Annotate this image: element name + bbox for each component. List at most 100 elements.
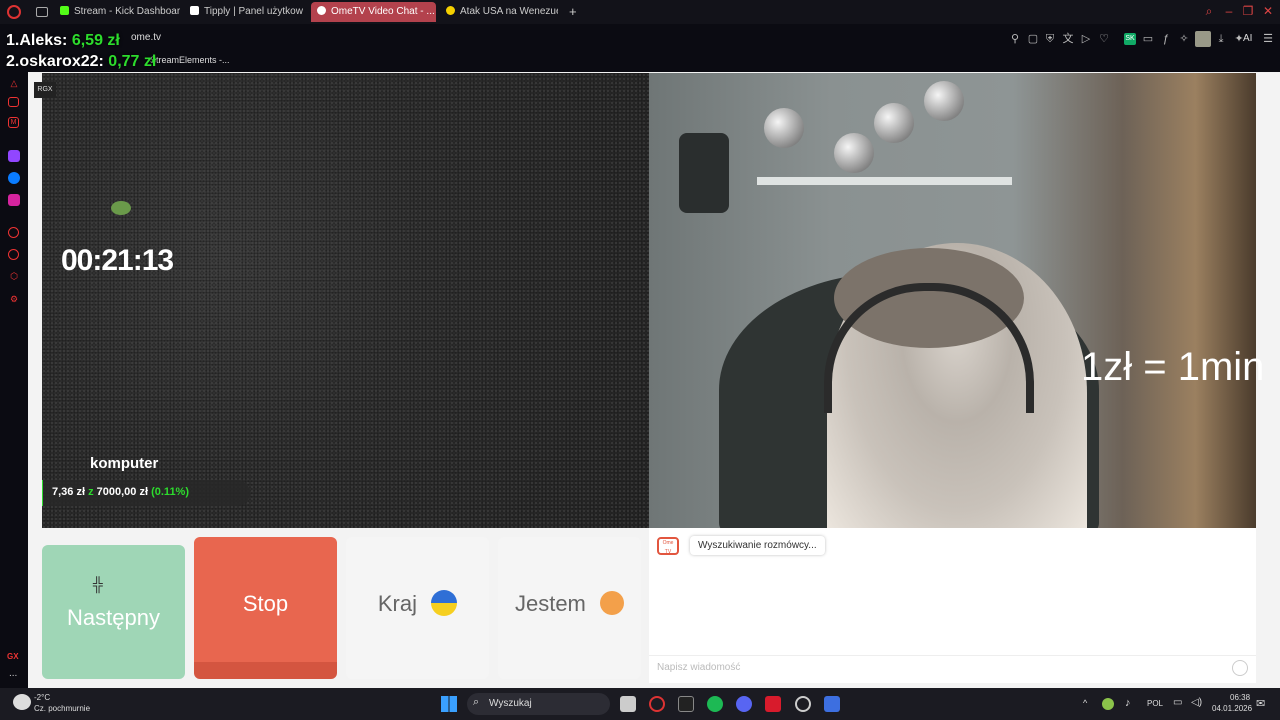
address-bar[interactable]: ome.tv: [131, 32, 161, 43]
leaderboard-amount: 0,77 zł: [108, 53, 157, 70]
goal-name: komputer: [90, 455, 159, 472]
shield-icon[interactable]: ⛨: [1044, 33, 1056, 45]
extension-sk-icon[interactable]: SK: [1124, 33, 1136, 45]
video-backpack: [679, 133, 729, 213]
goal-bar-fill: [42, 480, 44, 506]
sidebar-m-icon[interactable]: M: [8, 117, 19, 128]
snapshot-icon[interactable]: ▢: [1027, 33, 1039, 45]
play-icon[interactable]: ▷: [1080, 33, 1092, 45]
language-indicator[interactable]: POL: [1147, 699, 1163, 708]
heart-icon[interactable]: ♡: [1098, 33, 1110, 45]
emoji-icon[interactable]: [1232, 660, 1248, 676]
search-tabs-icon[interactable]: ⌕: [1203, 5, 1215, 17]
next-button[interactable]: Następny: [42, 545, 185, 679]
maximize-icon[interactable]: ❐: [1242, 5, 1254, 17]
tray-app-icon[interactable]: [1102, 698, 1114, 710]
goal-target: 7000,00 zł: [96, 486, 149, 498]
sidebar-history-icon[interactable]: [8, 249, 19, 260]
profile-avatar[interactable]: [1195, 31, 1211, 47]
rgx-badge: RGX: [34, 82, 56, 98]
sidebar-gx-label[interactable]: GX: [7, 652, 19, 661]
ometv-tab-icon: [317, 6, 326, 15]
discord-icon[interactable]: [736, 696, 752, 712]
pin-icon[interactable]: ⚲: [1009, 33, 1021, 45]
video-ball: [834, 133, 874, 173]
sidebar-aria-icon[interactable]: △: [8, 77, 20, 89]
weather-temp: -2°C: [34, 693, 51, 702]
download-icon[interactable]: ⤓: [1215, 33, 1227, 45]
bookmark-icon[interactable]: ▭: [1142, 33, 1154, 45]
goal-percent: (0.11%): [151, 486, 190, 498]
opera-logo-icon[interactable]: [7, 5, 21, 19]
windows-start-icon[interactable]: [441, 696, 457, 712]
sidebar-more-icon[interactable]: ...: [9, 668, 17, 679]
epic-games-icon[interactable]: [678, 696, 694, 712]
ai-label[interactable]: AI: [1243, 33, 1252, 44]
tray-chevron-icon[interactable]: ^: [1083, 698, 1087, 708]
sidebar-twitch-icon[interactable]: [8, 150, 20, 162]
chat-input[interactable]: Napisz wiadomość: [657, 662, 740, 673]
tab-kick-dashboard[interactable]: Stream - Kick Dashboard: [60, 2, 180, 22]
goal-separator: z: [88, 486, 94, 498]
menu-icon[interactable]: ☰: [1262, 33, 1274, 45]
stop-button[interactable]: Stop: [194, 537, 337, 679]
boy-emoji-icon: [600, 591, 625, 615]
ometv-logo-icon: Ome TV: [657, 537, 679, 555]
sidebar-instagram-icon[interactable]: [8, 194, 20, 206]
tab-tipply[interactable]: Tipply | Panel użytkownika: [190, 2, 303, 22]
sidebar-news-icon[interactable]: [8, 97, 19, 107]
tab-label: Stream - Kick Dashboard: [74, 6, 180, 17]
leaderboard-entry-1: 1.Aleks: 6,59 zł: [6, 32, 120, 50]
leaderboard-entry-2: 2.oskarox22: 0,77 zł: [6, 53, 156, 71]
tab-news[interactable]: Atak USA na Wenezuelę. T: [446, 2, 558, 22]
microphone-icon[interactable]: ♪: [1125, 697, 1131, 709]
sidebar-player-icon[interactable]: [8, 227, 19, 238]
search-icon: ⌕: [473, 696, 480, 708]
clock-date[interactable]: 04.01.2026: [1212, 704, 1252, 713]
close-icon[interactable]: ✕: [1262, 5, 1274, 17]
rate-label: 1zł = 1min: [1081, 345, 1265, 389]
tab-label: Atak USA na Wenezuelę. T: [460, 6, 558, 17]
sidebar-settings-icon[interactable]: ⚙: [8, 293, 20, 305]
sidebar-messenger-icon[interactable]: [8, 172, 20, 184]
stream-timer: 00:21:13: [61, 244, 174, 277]
wps-office-icon[interactable]: [765, 696, 781, 712]
taskbar: [0, 688, 1280, 720]
app-icon[interactable]: [824, 696, 840, 712]
new-tab-button[interactable]: +: [569, 2, 583, 22]
goal-progress-text: 7,36 zł z 7000,00 zł (0.11%): [52, 486, 189, 498]
chat-status-message: Wyszukiwanie rozmówcy...: [690, 536, 825, 555]
volume-icon[interactable]: ◁): [1191, 697, 1202, 708]
search-placeholder: Wyszukaj: [489, 698, 532, 709]
next-button-label: Następny: [67, 605, 160, 630]
network-icon[interactable]: ▭: [1173, 697, 1182, 708]
gender-button-label: Jestem: [514, 591, 586, 616]
spotify-icon[interactable]: [707, 696, 723, 712]
tab-overview-icon[interactable]: [36, 7, 48, 17]
steam-icon[interactable]: [795, 696, 811, 712]
tab-ometv[interactable]: OmeTV Video Chat - ...: [311, 2, 436, 22]
tab-label: Tipply | Panel użytkownika: [204, 6, 303, 17]
goal-current: 7,36 zł: [52, 486, 86, 498]
notification-icon[interactable]: ✉: [1256, 697, 1265, 710]
puzzle-icon[interactable]: ✧: [1178, 33, 1190, 45]
extension-f-icon[interactable]: ƒ: [1160, 33, 1172, 45]
bookmark-streamelements[interactable]: StreamElements -...: [150, 55, 230, 65]
minimize-icon[interactable]: –: [1223, 5, 1235, 17]
taskview-icon[interactable]: [620, 696, 636, 712]
translate-icon[interactable]: 文: [1062, 33, 1074, 45]
opera-gx-taskbar-icon[interactable]: [649, 696, 665, 712]
weather-icon[interactable]: [13, 694, 31, 710]
clock-time[interactable]: 06:38: [1230, 693, 1250, 702]
ukraine-flag-icon: [431, 590, 458, 616]
kick-icon: [60, 6, 69, 15]
sidebar-extensions-icon[interactable]: ⬡: [8, 270, 20, 282]
remote-video-feed: [649, 73, 1256, 528]
stop-button-label: Stop: [242, 591, 289, 616]
tipply-icon: [190, 6, 199, 15]
news-icon: [446, 6, 455, 15]
gender-button[interactable]: Jestem: [498, 537, 641, 679]
country-button[interactable]: Kraj: [346, 537, 489, 679]
cursor-icon: ╬: [93, 576, 103, 592]
taskbar-search[interactable]: ⌕ Wyszukaj: [467, 693, 610, 715]
